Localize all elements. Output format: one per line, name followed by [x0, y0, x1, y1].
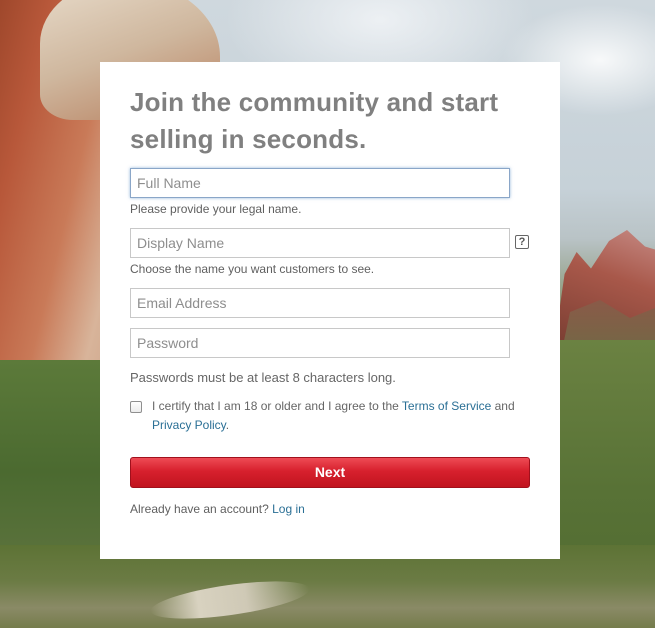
privacy-policy-link[interactable]: Privacy Policy — [152, 418, 226, 432]
age-terms-checkbox[interactable] — [130, 401, 142, 413]
terms-of-service-link[interactable]: Terms of Service — [402, 399, 491, 413]
login-prompt-text: Already have an account? — [130, 502, 273, 516]
consent-text-middle: and — [491, 399, 515, 413]
question-mark-icon[interactable]: ? — [515, 235, 529, 249]
login-prompt: Already have an account? Log in — [130, 502, 305, 516]
consent-text: I certify that I am 18 or older and I ag… — [152, 397, 532, 435]
signup-panel: Join the community and start selling in … — [100, 62, 560, 559]
display-name-input[interactable] — [130, 228, 510, 258]
password-requirement-note: Passwords must be at least 8 characters … — [130, 370, 396, 385]
next-button[interactable]: Next — [130, 457, 530, 488]
signup-headline: Join the community and start selling in … — [130, 87, 499, 154]
password-input[interactable] — [130, 328, 510, 358]
full-name-input[interactable] — [130, 168, 510, 198]
email-input[interactable] — [130, 288, 510, 318]
log-in-link[interactable]: Log in — [272, 502, 305, 516]
full-name-hint: Please provide your legal name. — [130, 202, 302, 216]
display-name-hint: Choose the name you want customers to se… — [130, 262, 375, 276]
consent-text-after: . — [225, 418, 230, 432]
consent-text-before: I certify that I am 18 or older and I ag… — [152, 399, 402, 413]
